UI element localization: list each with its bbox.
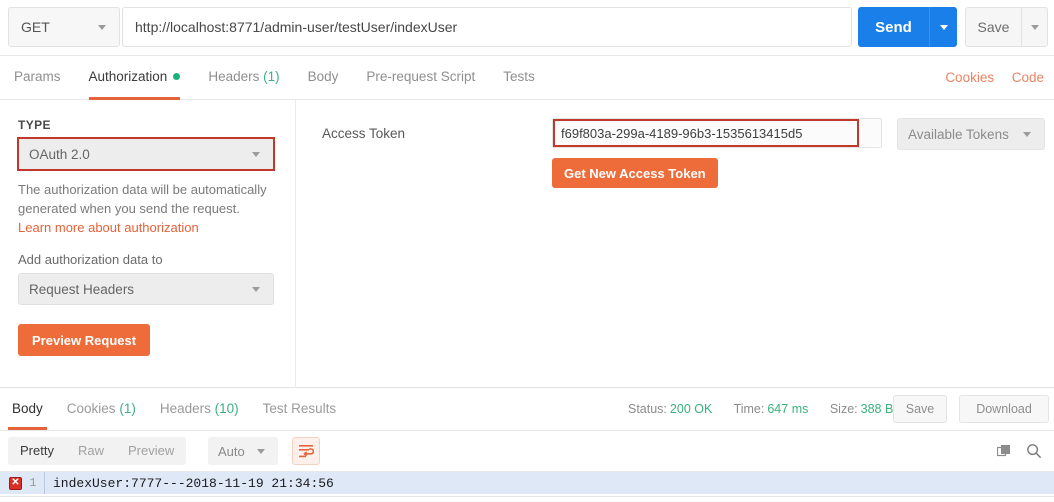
tab-label: Cookies	[66, 401, 116, 416]
chevron-down-icon	[252, 286, 260, 292]
copy-icon	[997, 444, 1010, 456]
tab-tests[interactable]: Tests	[489, 56, 549, 100]
http-method-label: GET	[21, 19, 50, 35]
status-value: 200 OK	[669, 402, 713, 416]
size-group: Size: 388 B	[830, 402, 893, 416]
view-raw-button[interactable]: Raw	[66, 437, 116, 465]
auth-type-value: OAuth 2.0	[29, 146, 90, 162]
code-link[interactable]: Code	[1012, 70, 1044, 85]
auth-type-dropdown[interactable]: OAuth 2.0	[17, 137, 275, 171]
response-tab-bar: Body Cookies (1) Headers (10) Test Resul…	[0, 389, 1054, 431]
tab-params[interactable]: Params	[0, 56, 75, 100]
tab-label: Body	[307, 69, 339, 84]
tab-pre-request-script[interactable]: Pre-request Script	[352, 56, 489, 100]
chevron-down-icon	[98, 24, 106, 30]
save-options-button[interactable]	[1021, 7, 1048, 47]
tab-label: Pre-request Script	[366, 69, 476, 84]
time-label: Time:	[733, 402, 765, 416]
postman-window: GET http://localhost:8771/admin-user/tes…	[0, 0, 1054, 502]
url-value: http://localhost:8771/admin-user/testUse…	[135, 19, 458, 35]
response-body-text: indexUser:7777---2018-11-19 21:34:56	[53, 475, 334, 491]
chevron-down-icon	[252, 151, 260, 157]
word-wrap-toggle-button[interactable]	[292, 437, 320, 465]
response-bottom-divider	[0, 496, 1054, 497]
http-method-dropdown[interactable]: GET	[8, 7, 120, 47]
add-auth-data-label: Add authorization data to	[18, 252, 163, 267]
status-label: Status:	[628, 402, 667, 416]
send-options-button[interactable]	[929, 7, 957, 47]
response-view-toolbar: Pretty Raw Preview Auto	[0, 431, 1054, 472]
status-group: Status: 200 OK	[628, 402, 712, 416]
tab-count: (10)	[214, 401, 239, 416]
response-view-segmented-control: Pretty Raw Preview	[8, 437, 187, 465]
access-token-input[interactable]: f69f803a-299a-4189-96b3-1535613415d5	[553, 119, 859, 147]
tab-count: (1)	[263, 69, 280, 84]
size-label: Size:	[829, 402, 858, 416]
response-body-pane: ✕ 1 indexUser:7777---2018-11-19 21:34:56	[0, 472, 1054, 502]
tab-label: Params	[14, 69, 61, 84]
response-save-button[interactable]: Save	[893, 395, 947, 423]
chevron-down-icon	[1023, 131, 1031, 137]
tab-label: Headers	[159, 401, 211, 416]
response-code-line[interactable]: ✕ 1 indexUser:7777---2018-11-19 21:34:56	[0, 472, 1054, 494]
time-group: Time: 647 ms	[734, 402, 809, 416]
access-token-label: Access Token	[322, 126, 406, 141]
view-preview-button[interactable]: Preview	[116, 437, 186, 465]
search-icon	[1027, 444, 1042, 459]
tab-headers[interactable]: Headers (1)	[194, 56, 293, 100]
view-pretty-button[interactable]: Pretty	[8, 437, 66, 465]
save-request-button[interactable]: Save	[965, 7, 1021, 47]
cookies-link[interactable]: Cookies	[945, 70, 994, 85]
response-tab-test-results[interactable]: Test Results	[251, 389, 349, 430]
authorization-description: The authorization data will be automatic…	[18, 180, 276, 237]
get-new-access-token-button[interactable]: Get New Access Token	[552, 158, 718, 188]
line-number: 1	[29, 476, 37, 490]
response-toolbar-icons	[997, 437, 1042, 465]
tab-label: Tests	[503, 69, 535, 84]
tab-body[interactable]: Body	[294, 56, 353, 100]
access-token-value: f69f803a-299a-4189-96b3-1535613415d5	[561, 125, 803, 141]
authorization-left-column: TYPE OAuth 2.0 The authorization data wi…	[0, 100, 296, 388]
request-tab-bar: Params Authorization Headers (1) Body Pr…	[0, 56, 1054, 100]
chevron-down-icon	[257, 448, 265, 454]
tab-label: Authorization	[88, 69, 168, 84]
add-auth-data-dropdown[interactable]: Request Headers	[18, 273, 274, 305]
size-value: 388 B	[860, 402, 894, 416]
available-tokens-dropdown[interactable]: Available Tokens	[897, 118, 1045, 150]
tab-count: (1)	[119, 401, 136, 416]
tab-authorization[interactable]: Authorization	[75, 56, 195, 100]
time-value: 647 ms	[767, 402, 809, 416]
error-marker-icon: ✕	[9, 476, 22, 490]
add-auth-data-value: Request Headers	[29, 281, 135, 297]
search-button[interactable]	[1026, 443, 1042, 459]
preview-request-button[interactable]: Preview Request	[18, 324, 151, 356]
response-tab-cookies[interactable]: Cookies (1)	[55, 389, 148, 430]
copy-button[interactable]	[997, 444, 1012, 459]
response-meta: Status: 200 OK Time: 647 ms Size: 388 B	[628, 389, 911, 430]
request-tab-links: Cookies Code	[931, 56, 1044, 100]
response-tab-headers[interactable]: Headers (10)	[148, 389, 251, 430]
access-token-field-wrapper: f69f803a-299a-4189-96b3-1535613415d5	[552, 118, 882, 148]
chevron-down-icon	[1030, 24, 1039, 30]
chevron-down-icon	[939, 24, 948, 30]
type-label: TYPE	[18, 118, 51, 132]
tab-label: Headers	[208, 69, 260, 84]
active-indicator-dot-icon	[173, 73, 181, 80]
format-value: Auto	[218, 443, 245, 459]
available-tokens-value: Available Tokens	[908, 126, 1009, 142]
request-url-bar: GET http://localhost:8771/admin-user/tes…	[0, 0, 1054, 56]
format-dropdown[interactable]: Auto	[208, 437, 278, 465]
word-wrap-icon	[299, 445, 314, 458]
tab-label: Body	[12, 401, 43, 416]
authorization-description-text: The authorization data will be automatic…	[18, 182, 267, 216]
url-input[interactable]: http://localhost:8771/admin-user/testUse…	[122, 7, 852, 47]
tab-label: Test Results	[262, 401, 337, 416]
response-download-button[interactable]: Download	[959, 395, 1049, 423]
learn-more-link[interactable]: Learn more about authorization	[18, 220, 199, 235]
response-tab-body[interactable]: Body	[0, 389, 55, 430]
authorization-panel: TYPE OAuth 2.0 The authorization data wi…	[0, 100, 1054, 388]
send-button[interactable]: Send	[858, 7, 929, 47]
authorization-right-column: Access Token f69f803a-299a-4189-96b3-153…	[297, 100, 1054, 388]
